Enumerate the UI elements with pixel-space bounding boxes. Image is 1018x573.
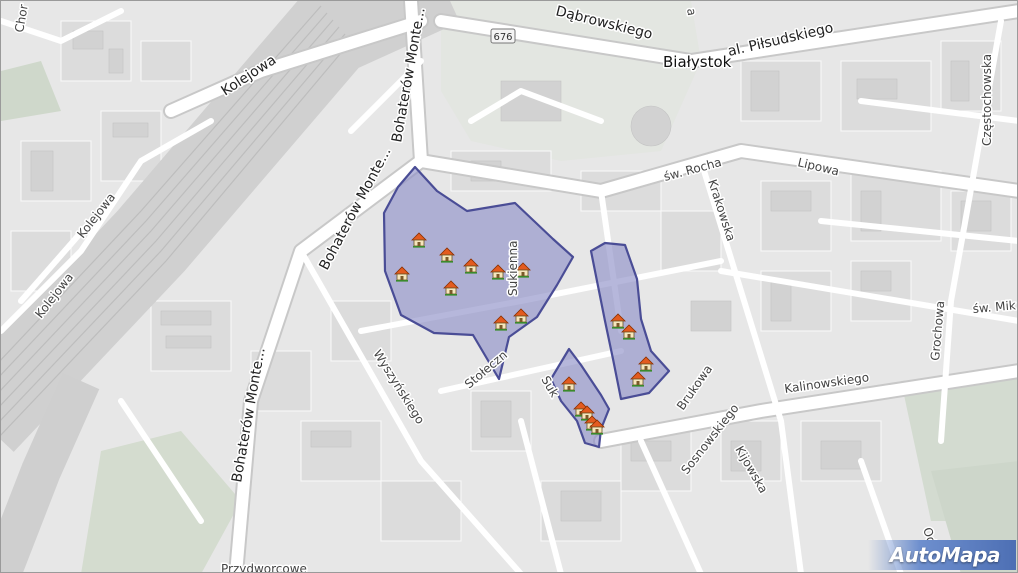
- svg-text:676: 676: [493, 32, 512, 43]
- route-shield: 676: [490, 28, 516, 44]
- city-label: Białystok: [663, 53, 732, 71]
- street-label: Przydworcowe: [221, 562, 307, 573]
- map-view[interactable]: 676 Białystok Chor Kolejowa Kolejowa Kol…: [0, 0, 1018, 573]
- street-label: Sukienna: [506, 241, 520, 296]
- automapa-logo: AutoMapa: [868, 540, 1016, 570]
- street-label: Częstochowska: [980, 54, 994, 146]
- map-canvas: 676 Białystok Chor Kolejowa Kolejowa Kol…: [1, 1, 1017, 573]
- brand-label: AutoMapa: [889, 543, 1001, 567]
